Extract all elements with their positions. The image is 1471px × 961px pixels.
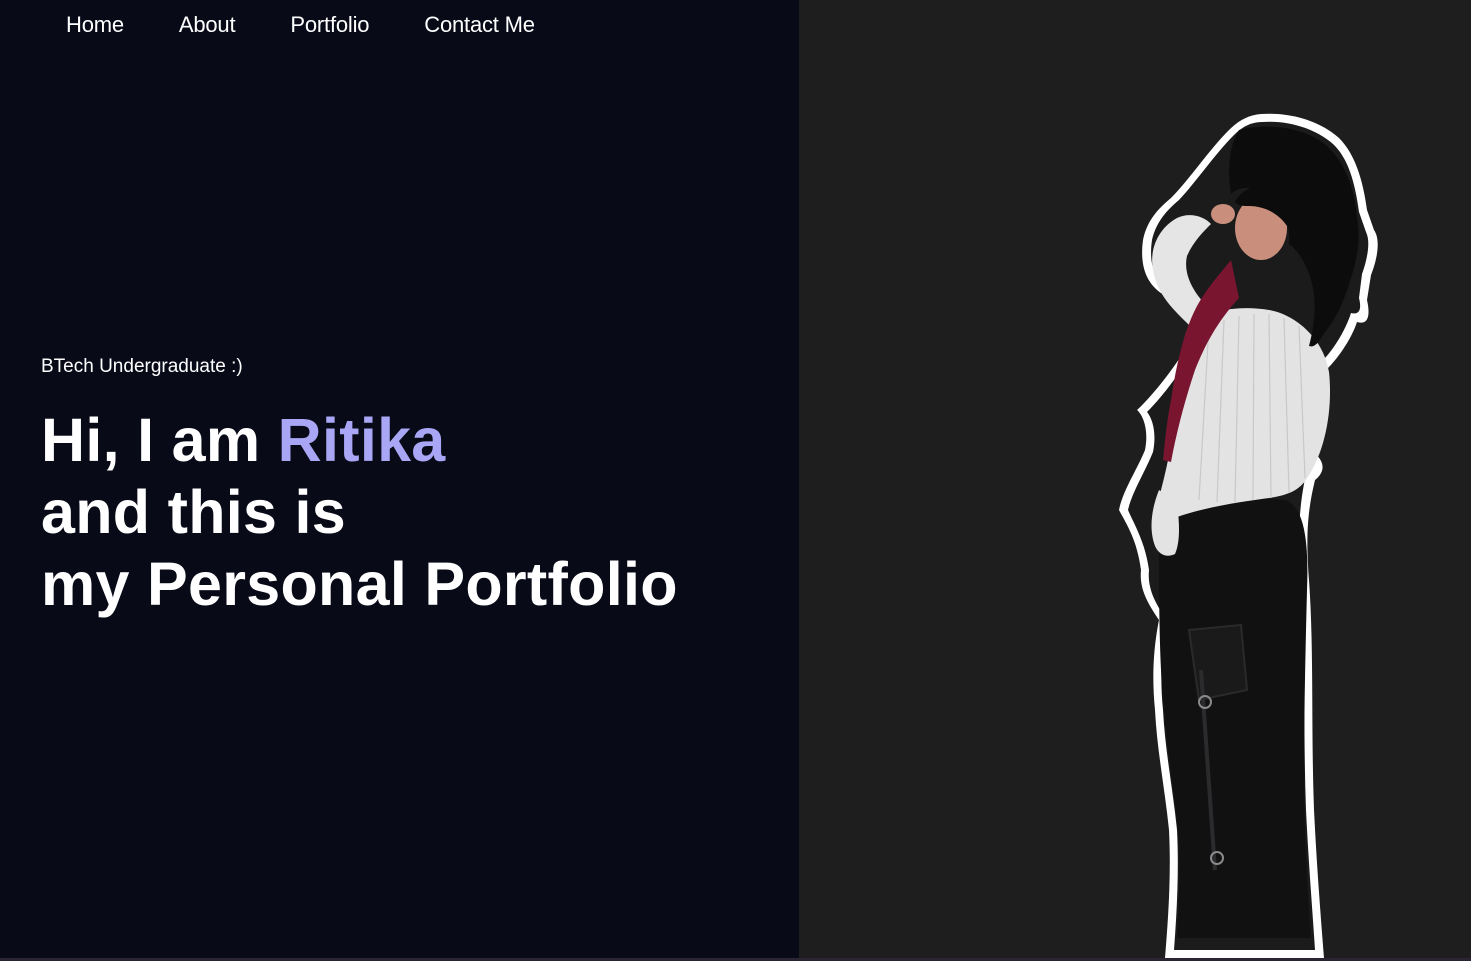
portrait-pants-pocket <box>1187 623 1249 702</box>
headline-greeting: Hi, I am <box>41 406 278 474</box>
hero-tagline: BTech Undergraduate :) <box>41 356 243 377</box>
nav-home-link[interactable]: Home <box>66 11 124 39</box>
portrait-hand <box>1211 204 1235 224</box>
hero-right-panel <box>799 0 1471 961</box>
page: Home About Portfolio Contact Me BTech Un… <box>0 0 1471 961</box>
top-navigation: Home About Portfolio Contact Me <box>66 11 590 39</box>
nav-about-link[interactable]: About <box>179 11 236 39</box>
headline-line-3: my Personal Portfolio <box>41 550 678 618</box>
nav-contact-link[interactable]: Contact Me <box>424 11 535 39</box>
hero-headline: Hi, I am Ritika and this is my Personal … <box>41 404 678 620</box>
hero-name: Ritika <box>277 406 446 474</box>
portrait-cutout-image <box>1119 113 1378 958</box>
nav-portfolio-link[interactable]: Portfolio <box>290 11 369 39</box>
headline-line-2: and this is <box>41 478 346 546</box>
hero-left-panel: Home About Portfolio Contact Me BTech Un… <box>0 0 799 961</box>
portrait-pants <box>1159 498 1311 938</box>
headline-line-1: Hi, I am Ritika <box>41 404 678 476</box>
